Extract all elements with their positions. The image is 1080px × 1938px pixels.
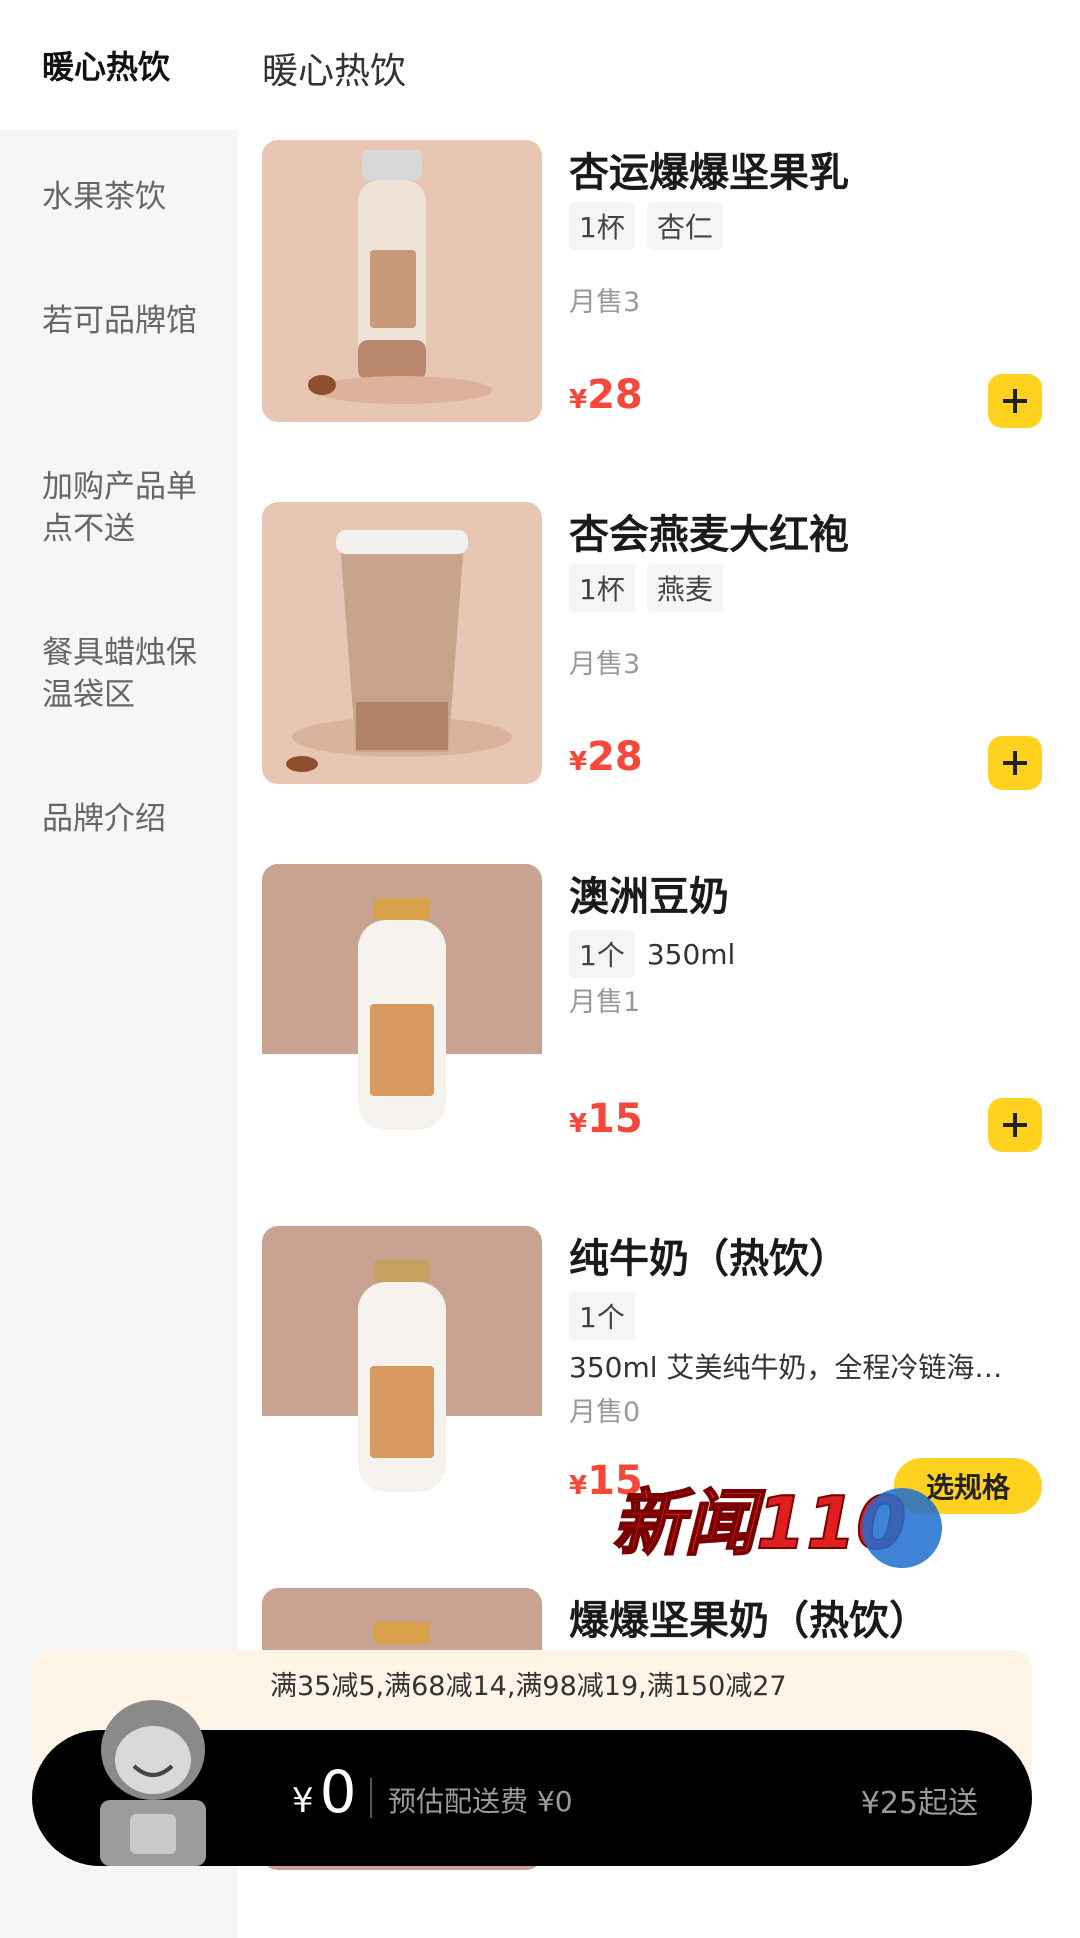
sidebar-item-label: 加购产品单点不送 bbox=[42, 469, 197, 547]
cart-divider bbox=[370, 1778, 372, 1818]
product-name: 杏运爆爆坚果乳 bbox=[569, 150, 849, 196]
sidebar-item-fruit-tea[interactable]: 水果茶饮 bbox=[42, 176, 222, 218]
category-sidebar: 暖心热饮 水果茶饮 若可品牌馆 加购产品单点不送 餐具蜡烛保温袋区 品牌介绍 bbox=[0, 0, 238, 1938]
product-tag: 燕麦 bbox=[646, 564, 723, 612]
product-description: 350ml 艾美纯牛奶，全程冷链海… bbox=[569, 1351, 1003, 1384]
product-sales: 月售3 bbox=[569, 287, 641, 318]
product-name: 纯牛奶（热饮） bbox=[569, 1236, 849, 1282]
delivery-fee: 预估配送费 ¥0 bbox=[388, 1785, 573, 1818]
product-spec: 350ml bbox=[646, 937, 736, 971]
product-tags: 1杯 杏仁 bbox=[569, 202, 723, 250]
product-price: ¥15 bbox=[569, 1096, 643, 1142]
product-tags: 1杯 燕麦 bbox=[569, 564, 723, 612]
sidebar-item-label: 水果茶饮 bbox=[42, 179, 166, 215]
product-tags: 1个 bbox=[569, 1292, 635, 1340]
product-sales: 月售0 bbox=[569, 1397, 641, 1428]
product-image[interactable] bbox=[262, 864, 542, 1146]
svg-text:NEWS 110: NEWS 110 bbox=[722, 1563, 814, 1582]
product-card[interactable]: 杏会燕麦大红袍 1杯 燕麦 月售3 ¥28 bbox=[262, 502, 1042, 792]
sidebar-item-tableware[interactable]: 餐具蜡烛保温袋区 bbox=[42, 632, 222, 716]
section-title: 暖心热饮 bbox=[262, 51, 407, 92]
news-watermark-logo: 新闻110 NEWS 110 bbox=[611, 1448, 952, 1598]
product-tag: 1杯 bbox=[569, 202, 635, 250]
product-tag: 1个 bbox=[569, 930, 635, 978]
product-sales: 月售3 bbox=[569, 649, 641, 680]
sidebar-item-label: 餐具蜡烛保温袋区 bbox=[42, 635, 197, 713]
product-price: ¥28 bbox=[569, 372, 643, 418]
product-image[interactable] bbox=[262, 1226, 542, 1508]
add-to-cart-button[interactable] bbox=[988, 1098, 1042, 1152]
sidebar-item-label: 品牌介绍 bbox=[42, 801, 166, 837]
sidebar-item-brand-intro[interactable]: 品牌介绍 bbox=[42, 798, 222, 840]
cart-total: ¥0 bbox=[292, 1758, 357, 1826]
product-image[interactable] bbox=[262, 140, 542, 422]
plus-icon bbox=[1003, 751, 1027, 775]
sidebar-item-label: 若可品牌馆 bbox=[42, 303, 197, 339]
promo-discount-text: 满35减5,满68减14,满98减19,满150减27 bbox=[270, 1671, 787, 1702]
sidebar-item-addon[interactable]: 加购产品单点不送 bbox=[42, 466, 222, 550]
minimum-order: ¥25起送 bbox=[860, 1786, 978, 1821]
product-tags: 1个 350ml bbox=[569, 930, 735, 978]
product-card[interactable]: 杏运爆爆坚果乳 1杯 杏仁 月售3 ¥28 bbox=[262, 140, 1042, 430]
product-image[interactable] bbox=[262, 502, 542, 784]
svg-text:新闻110: 新闻110 bbox=[612, 1481, 906, 1565]
plus-icon bbox=[1003, 1113, 1027, 1137]
product-sales: 月售1 bbox=[569, 987, 641, 1018]
product-tag: 杏仁 bbox=[646, 202, 723, 250]
courier-mascot-icon[interactable] bbox=[78, 1690, 228, 1870]
product-price: ¥28 bbox=[569, 734, 643, 780]
add-to-cart-button[interactable] bbox=[988, 736, 1042, 790]
sidebar-item-active[interactable]: 暖心热饮 bbox=[0, 0, 238, 130]
sidebar-item-brand-hall[interactable]: 若可品牌馆 bbox=[42, 300, 222, 342]
plus-icon bbox=[1003, 389, 1027, 413]
product-tag: 1杯 bbox=[569, 564, 635, 612]
product-name: 澳洲豆奶 bbox=[569, 874, 729, 920]
add-to-cart-button[interactable] bbox=[988, 374, 1042, 428]
product-tag: 1个 bbox=[569, 1292, 635, 1340]
product-card[interactable]: 澳洲豆奶 1个 350ml 月售1 ¥15 bbox=[262, 864, 1042, 1154]
sidebar-item-label: 暖心热饮 bbox=[42, 48, 171, 86]
product-name: 杏会燕麦大红袍 bbox=[569, 512, 849, 558]
